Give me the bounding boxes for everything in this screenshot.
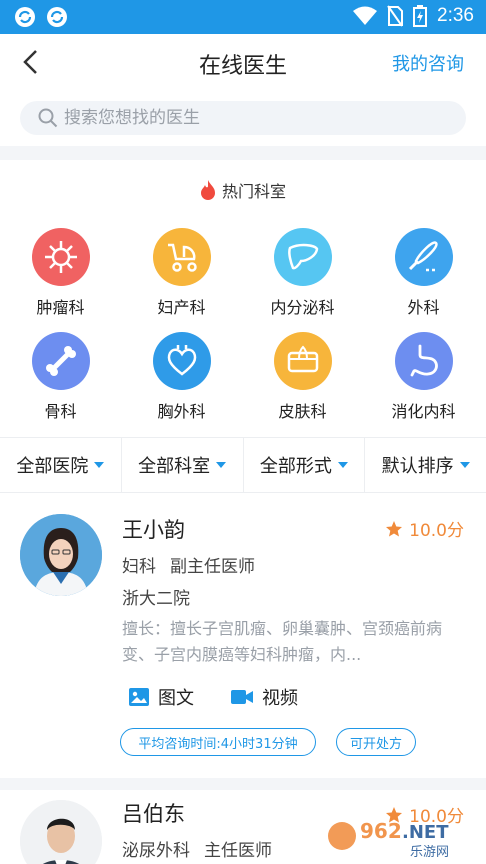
bone-icon <box>31 332 90 390</box>
filter-department[interactable]: 全部科室 <box>122 438 244 492</box>
filter-hospital[interactable]: 全部医院 <box>0 438 122 492</box>
search-section <box>0 90 486 146</box>
dept-endocrinology[interactable]: 内分泌科 <box>242 228 363 318</box>
dept-oncology[interactable]: 肿瘤科 <box>0 228 121 318</box>
doctor-specialty: 擅长：擅长子宫肌瘤、卵巢囊肿、宫颈癌前病变、子宫内膜癌等妇科肿瘤，内... <box>122 619 443 664</box>
search-icon <box>38 108 58 128</box>
prescription-tag: 可开处方 <box>336 728 416 756</box>
skin-icon <box>273 332 332 390</box>
caret-down-icon <box>216 462 227 468</box>
battery-icon <box>413 5 428 27</box>
dept-label: 外科 <box>407 298 440 317</box>
doctor-dept-title: 泌尿外科 主任医师 <box>122 836 272 861</box>
svg-text:.NET: .NET <box>402 822 449 843</box>
dept-obstetrics[interactable]: 妇产科 <box>121 228 242 318</box>
filter-label: 全部医院 <box>16 456 89 477</box>
svg-text:乐游网: 乐游网 <box>410 845 449 860</box>
hot-departments-title: 热门科室 <box>221 182 286 201</box>
video-camera-icon <box>231 690 253 704</box>
dept-label: 胸外科 <box>157 402 206 421</box>
doctor-hospital: 浙大二院 <box>122 589 190 609</box>
watermark-logo: 962 .NET 乐游网 <box>326 814 476 860</box>
filter-sort[interactable]: 默认排序 <box>365 438 486 492</box>
service-text-consult[interactable]: 图文 <box>128 684 194 710</box>
stomach-icon <box>394 332 453 390</box>
avatar <box>20 514 102 596</box>
notification-icons <box>14 6 68 28</box>
doctor-score: 10.0分 <box>385 516 464 541</box>
dept-label: 妇产科 <box>157 298 206 317</box>
dept-gastroenterology[interactable]: 消化内科 <box>363 332 484 422</box>
my-consultations-link[interactable]: 我的咨询 <box>392 50 464 76</box>
dept-label: 骨科 <box>44 402 77 421</box>
no-sim-icon <box>387 5 404 27</box>
dept-label: 内分泌科 <box>270 298 335 317</box>
service-label: 视频 <box>262 688 298 709</box>
doctor-name: 吕伯东 <box>122 802 185 826</box>
service-label: 图文 <box>158 688 194 709</box>
filter-format[interactable]: 全部形式 <box>244 438 366 492</box>
caret-down-icon <box>459 462 470 468</box>
caret-down-icon <box>337 462 348 468</box>
liver-icon <box>273 228 332 286</box>
fire-icon <box>200 180 215 200</box>
nav-bar: 在线医生 我的咨询 <box>0 34 486 90</box>
dept-label: 消化内科 <box>391 402 456 421</box>
avg-time-tag: 平均咨询时间:4小时31分钟 <box>120 728 316 756</box>
doctor-title: 副主任医师 <box>170 557 255 577</box>
filter-label: 默认排序 <box>381 456 454 477</box>
sync-icon <box>15 7 35 27</box>
dept-surgery[interactable]: 外科 <box>363 228 484 318</box>
star-icon <box>386 520 403 536</box>
stroller-icon <box>152 228 211 286</box>
card-divider <box>0 778 486 790</box>
scalpel-icon <box>394 228 453 286</box>
status-bar: 2:36 <box>0 0 486 34</box>
svg-text:962: 962 <box>360 819 402 843</box>
wifi-icon <box>353 6 378 25</box>
filter-label: 全部科室 <box>138 456 211 477</box>
service-video-consult[interactable]: 视频 <box>230 684 298 710</box>
search-bar[interactable] <box>20 101 466 135</box>
score-value: 10.0分 <box>409 521 464 541</box>
doctor-dept: 泌尿外科 <box>122 841 190 861</box>
clock: 2:36 <box>437 5 474 26</box>
dept-orthopedics[interactable]: 骨科 <box>0 332 121 422</box>
caret-down-icon <box>94 462 105 468</box>
filter-label: 全部形式 <box>259 456 332 477</box>
dept-label: 肿瘤科 <box>36 298 85 317</box>
doctor-name: 王小韵 <box>122 518 185 542</box>
heart-icon <box>152 332 211 390</box>
section-divider <box>0 146 486 160</box>
filter-bar: 全部医院 全部科室 全部形式 默认排序 <box>0 437 486 493</box>
dept-dermatology[interactable]: 皮肤科 <box>242 332 363 422</box>
dept-label: 皮肤科 <box>278 402 327 421</box>
doctor-title: 主任医师 <box>204 841 272 861</box>
doctor-card[interactable]: 王小韵 10.0分 妇科 副主任医师 浙大二院 擅长：擅长子宫肌瘤、卵巢囊肿、宫颈… <box>0 494 486 778</box>
hot-departments-header: 热门科室 <box>0 178 486 202</box>
avatar <box>20 800 102 864</box>
doctor-dept: 妇科 <box>122 557 156 577</box>
virus-icon <box>31 228 90 286</box>
sync-icon <box>47 7 67 27</box>
image-icon <box>129 688 149 706</box>
dept-thoracic[interactable]: 胸外科 <box>121 332 242 422</box>
search-input[interactable] <box>64 108 424 128</box>
doctor-dept-title: 妇科 副主任医师 <box>122 552 255 577</box>
